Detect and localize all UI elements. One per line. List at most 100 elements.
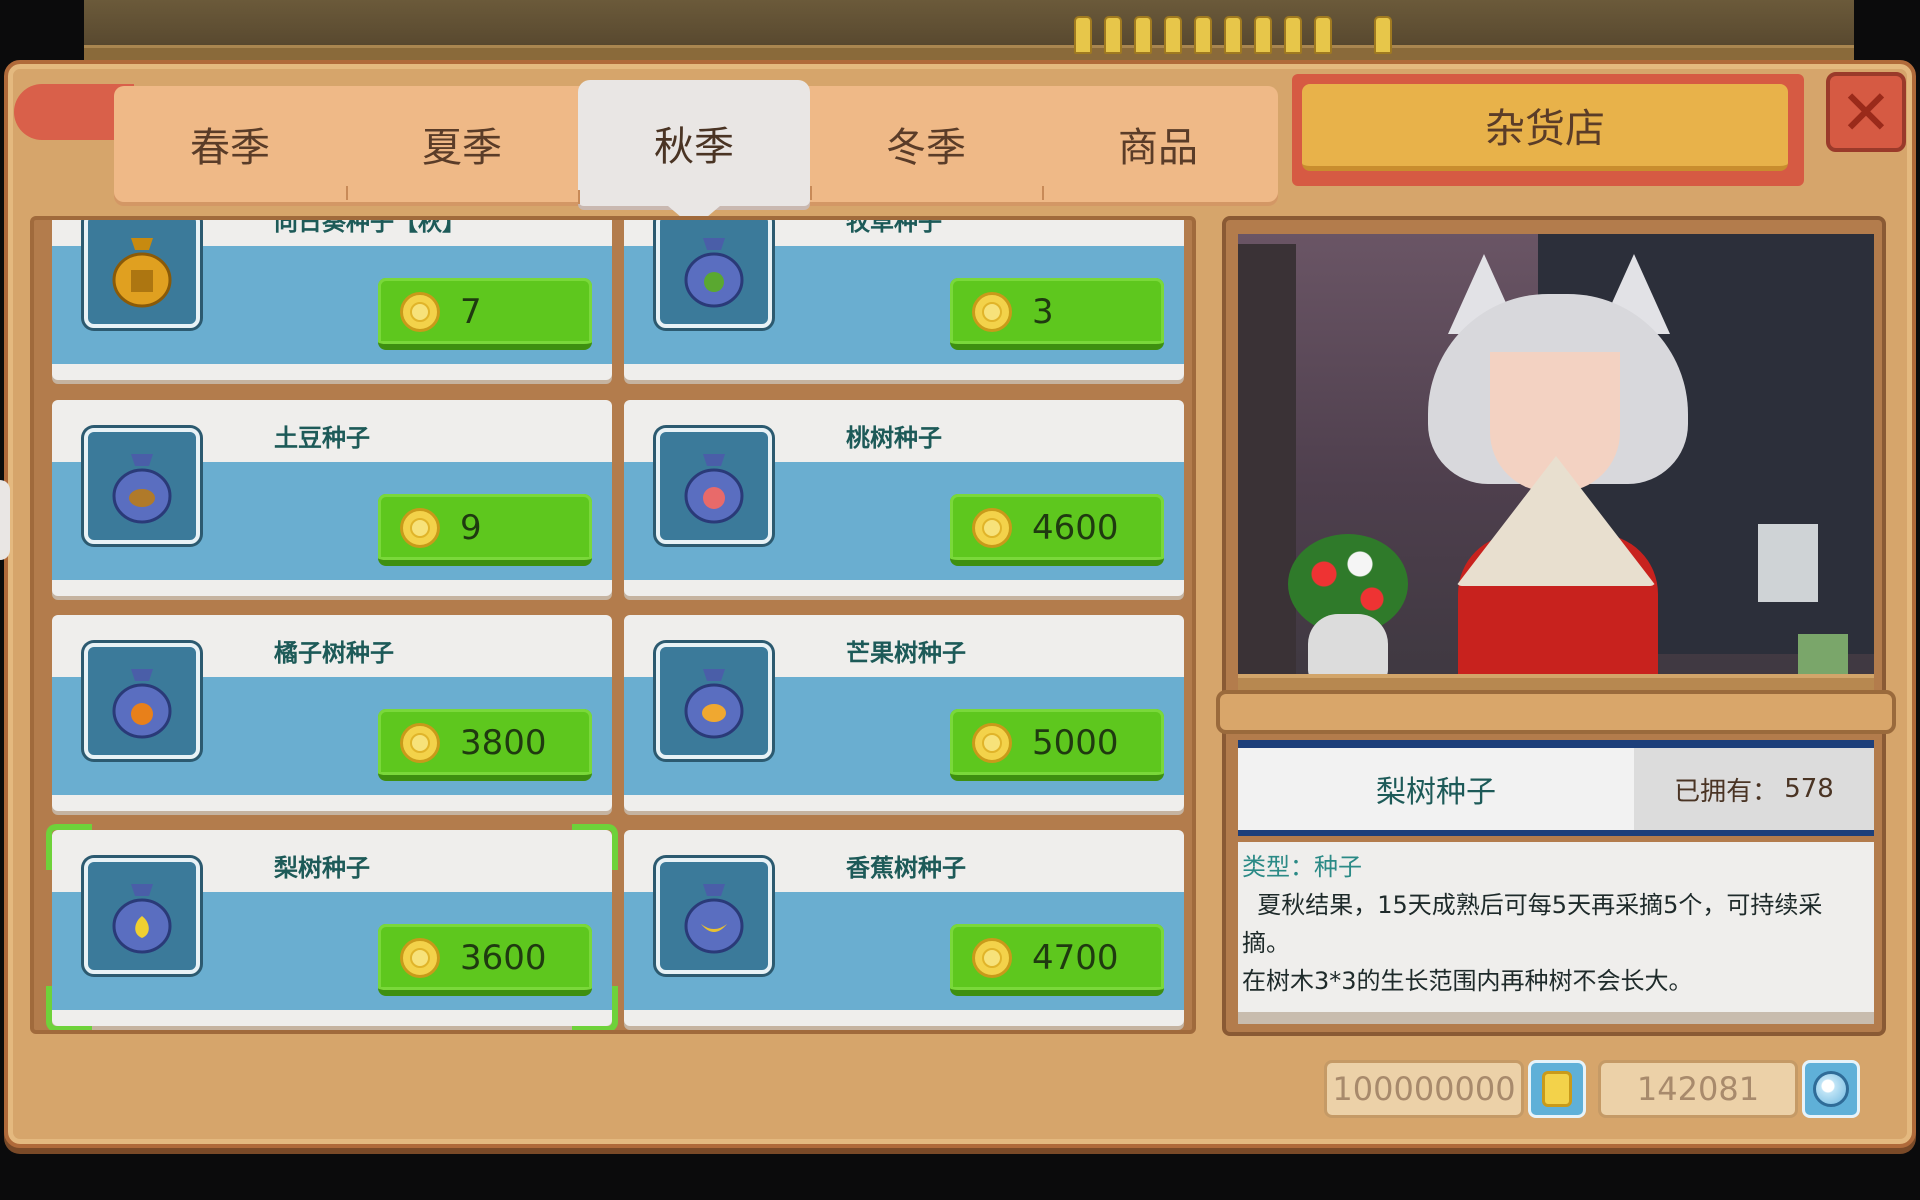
gem-icon [1813,1071,1849,1107]
item-name: 芒果树种子 [846,639,966,667]
peach-seed-bag-icon [684,454,744,524]
buy-button[interactable]: 7 [378,278,592,350]
item-icon-frame [656,428,772,544]
banana-seed-bag-icon [684,884,744,954]
item-name: 向日葵种子【秋】 [274,216,466,236]
item-icon-frame [656,858,772,974]
detail-description: 类型：种子 夏秋结果，15天成熟后可每5天再采摘5个，可持续采摘。 在树木3*3… [1238,842,1874,1012]
item-name: 梨树种子 [274,854,370,882]
buy-button[interactable]: 3600 [378,924,592,996]
item-price: 3800 [460,723,547,763]
close-button[interactable]: ✕ [1826,72,1906,152]
item-icon-frame [656,220,772,328]
tab-spring[interactable]: 春季 [114,86,346,202]
gold-balance: 100000000 [1324,1060,1524,1118]
selection-corner [572,986,618,1030]
description-line: 夏秋结果，15天成熟后可每5天再采摘5个，可持续采摘。 [1242,891,1823,957]
item-card-mango-seed[interactable]: 芒果树种子 5000 [624,615,1184,811]
buy-button[interactable]: 4700 [950,924,1164,996]
pear-seed-bag-icon [112,884,172,954]
gold-coin-icon [972,723,1012,763]
item-list[interactable]: 向日葵种子【秋】 7 牧草种子 3 土豆种子 9 桃树种子 4600 橘子树种子… [30,216,1196,1034]
gold-coin-icon [972,508,1012,548]
gold-coin-icon [400,508,440,548]
background-bottle [1074,16,1092,54]
gold-coin-icon [400,938,440,978]
item-type: 类型：种子 [1242,853,1362,881]
buy-button[interactable]: 9 [378,494,592,566]
gem-balance: 142081 [1598,1060,1798,1118]
item-icon-frame [656,643,772,759]
buy-button[interactable]: 4600 [950,494,1164,566]
detail-item-name: 梨树种子 [1376,775,1496,810]
selection-corner [572,824,618,870]
counter-ledge [1216,690,1896,734]
item-price: 5000 [1032,723,1119,763]
owned-value: 578 [1784,774,1834,804]
background-bottle [1374,16,1392,54]
buy-button[interactable]: 3800 [378,709,592,781]
background-bottle [1224,16,1242,54]
potato-seed-bag-icon [112,454,172,524]
mango-seed-bag-icon [684,669,744,739]
portrait-clipboard [1758,524,1818,602]
shop-name: 杂货店 [1302,84,1788,171]
tab-autumn[interactable]: 秋季 [578,80,810,228]
tab-summer[interactable]: 夏季 [346,86,578,202]
item-price: 3 [1032,292,1054,332]
shop-name-banner: 杂货店 [1292,74,1804,186]
close-icon: ✕ [1840,75,1892,149]
item-price: 7 [460,292,482,332]
gem-currency-button[interactable] [1802,1060,1860,1118]
buy-button[interactable]: 5000 [950,709,1164,781]
detail-footer [1238,1012,1874,1024]
item-card-peach-seed[interactable]: 桃树种子 4600 [624,400,1184,596]
side-handle[interactable] [0,480,10,560]
detail-header: 梨树种子 已拥有： 578 [1238,740,1874,836]
golden-seed-bag-icon [112,238,172,308]
item-card-orange-seed[interactable]: 橘子树种子 3800 [52,615,612,811]
owned-count: 已拥有： 578 [1634,748,1874,830]
season-tab-bar: 春季 夏季 秋季 冬季 商品 [114,80,1278,228]
tab-winter[interactable]: 冬季 [810,86,1042,202]
background-bottle [1164,16,1182,54]
owned-label: 已拥有： [1674,776,1779,807]
item-card-banana-seed[interactable]: 香蕉树种子 4700 [624,830,1184,1026]
grass-seed-bag-icon [684,238,744,308]
background-bottle [1134,16,1152,54]
description-line: 在树木3*3的生长范围内再种树不会长大。 [1242,967,1693,995]
gold-currency-button[interactable] [1528,1060,1586,1118]
background-bottle [1194,16,1212,54]
gold-coin-icon [972,938,1012,978]
item-price: 4700 [1032,938,1119,978]
orange-seed-bag-icon [112,669,172,739]
item-card-potato-seed[interactable]: 土豆种子 9 [52,400,612,596]
item-name: 橘子树种子 [274,639,394,667]
tab-goods[interactable]: 商品 [1042,86,1274,202]
item-icon-frame [84,858,200,974]
item-card-grass-seed[interactable]: 牧草种子 3 [624,216,1184,380]
item-detail-panel: 梨树种子 已拥有： 578 类型：种子 夏秋结果，15天成熟后可每5天再采摘5个… [1216,216,1896,1036]
selection-corner [46,824,92,870]
item-card-pear-seed[interactable]: 梨树种子 3600 [46,824,618,1030]
item-icon-frame [84,220,200,328]
portrait-shelf [1238,244,1296,684]
gold-coin-icon [400,723,440,763]
item-icon-frame [84,643,200,759]
item-price: 3600 [460,938,547,978]
item-name: 牧草种子 [846,216,942,236]
gold-coin-icon [400,292,440,332]
buy-button[interactable]: 3 [950,278,1164,350]
selection-corner [46,986,92,1030]
item-name: 桃树种子 [846,424,942,452]
background-bottle [1284,16,1302,54]
gold-coin-icon [1542,1071,1572,1107]
shopkeeper-portrait [1238,234,1874,694]
background-bottle [1254,16,1272,54]
folding-fan [1456,456,1656,586]
item-card-sunflower-seed[interactable]: 向日葵种子【秋】 7 [52,216,612,380]
gold-coin-icon [972,292,1012,332]
item-name: 土豆种子 [274,424,370,452]
item-name: 香蕉树种子 [846,854,966,882]
item-price: 9 [460,508,482,548]
